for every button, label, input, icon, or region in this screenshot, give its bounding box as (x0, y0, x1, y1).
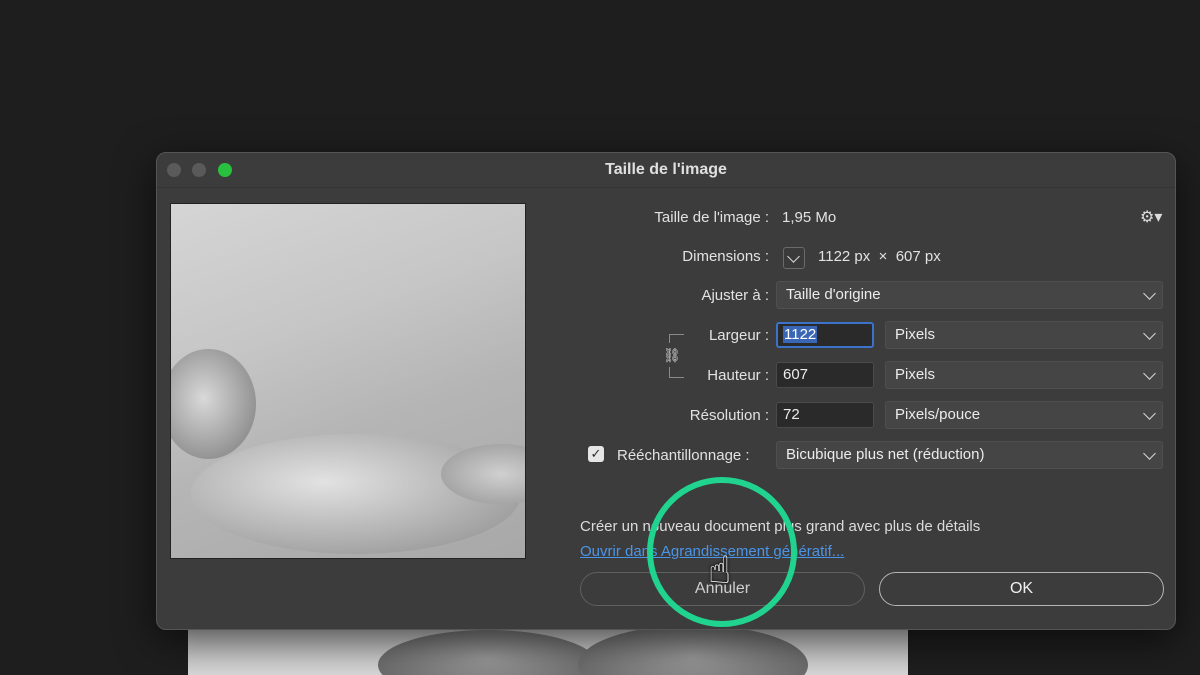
chevron-down-icon (1143, 287, 1156, 300)
resample-method-select[interactable]: Bicubique plus net (réduction) (776, 441, 1163, 469)
width-unit: Pixels (895, 326, 936, 343)
chevron-down-icon (787, 250, 800, 263)
resample-label: Rééchantillonnage : (617, 447, 750, 464)
width-label: Largeur : (708, 327, 769, 344)
generative-expand-link[interactable]: Ouvrir dans Agrandissement génératif... (580, 543, 844, 560)
generative-info-text: Créer un nouveau document plus grand ave… (580, 518, 981, 535)
width-input[interactable]: 1122 (776, 322, 874, 348)
chevron-down-icon (1143, 447, 1156, 460)
height-value: 607 (783, 366, 809, 383)
ok-button[interactable]: OK (879, 572, 1164, 606)
dialog-title: Taille de l'image (605, 161, 727, 178)
fit-to-selected: Taille d'origine (786, 286, 881, 303)
fit-to-select[interactable]: Taille d'origine (776, 281, 1163, 309)
chevron-down-icon (1143, 367, 1156, 380)
resolution-input[interactable]: 72 (776, 402, 874, 428)
height-label: Hauteur : (707, 367, 769, 384)
cancel-button[interactable]: Annuler (580, 572, 865, 606)
width-unit-select[interactable]: Pixels (885, 321, 1163, 349)
image-size-label: Taille de l'image : (654, 209, 769, 226)
image-size-value: 1,95 Mo (782, 209, 837, 226)
fit-to-label: Ajuster à : (701, 287, 769, 304)
dimensions-value: 1122 px × 607 px (818, 248, 941, 265)
dimensions-unit-toggle[interactable] (783, 247, 805, 269)
resample-checkbox[interactable]: ✓ (588, 446, 604, 462)
height-unit-select[interactable]: Pixels (885, 361, 1163, 389)
resolution-unit-select[interactable]: Pixels/pouce (885, 401, 1163, 429)
gear-icon[interactable]: ⚙▾ (1140, 207, 1162, 227)
dimensions-label: Dimensions : (682, 248, 769, 265)
height-unit: Pixels (895, 366, 936, 383)
checkmark-icon: ✓ (590, 446, 602, 461)
resolution-value: 72 (783, 406, 800, 423)
width-value: 1122 (783, 326, 818, 343)
resolution-label: Résolution : (689, 407, 769, 424)
chain-link-icon[interactable]: ⛓ (663, 343, 681, 367)
title-bar: Taille de l'image (157, 153, 1175, 188)
image-preview[interactable] (170, 203, 526, 559)
chevron-down-icon (1143, 327, 1156, 340)
image-size-dialog: Taille de l'image Taille de l'image : 1,… (156, 152, 1176, 630)
height-input[interactable]: 607 (776, 362, 874, 388)
resample-method-selected: Bicubique plus net (réduction) (786, 446, 985, 463)
chevron-down-icon (1143, 407, 1156, 420)
resolution-unit: Pixels/pouce (895, 406, 981, 423)
